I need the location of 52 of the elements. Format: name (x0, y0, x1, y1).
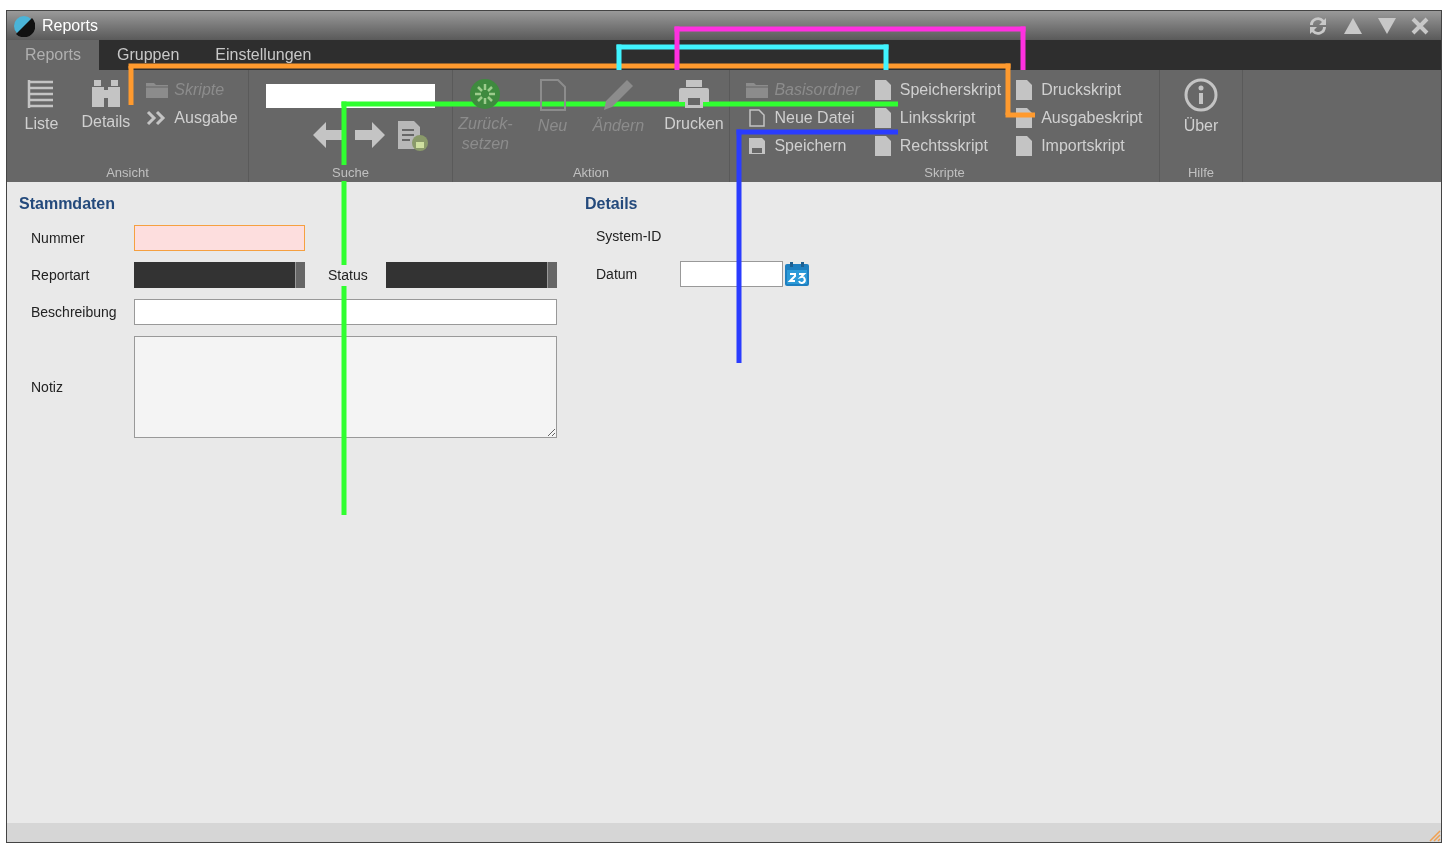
tab[interactable]: Einstellungen (197, 40, 330, 70)
page-icon (538, 78, 567, 112)
tab[interactable]: Gruppen (99, 40, 198, 70)
locked-document-icon[interactable] (396, 118, 429, 152)
ribbon-item[interactable]: Druckskript (1013, 79, 1143, 101)
ribbon-button[interactable]: Über (1177, 74, 1225, 165)
app-logo-icon (13, 14, 35, 37)
ribbon-item[interactable]: Importskript (1013, 135, 1143, 157)
group-label: Suche (332, 165, 369, 181)
ribbon-button[interactable]: Liste (17, 74, 66, 165)
file-icon (749, 109, 766, 127)
date-field[interactable] (680, 261, 783, 287)
folder-icon (146, 82, 169, 98)
input-field[interactable] (134, 299, 557, 325)
info-icon (1184, 78, 1218, 112)
save-icon (748, 137, 767, 155)
ribbon-item[interactable]: Speichern (746, 135, 860, 157)
refresh-icon[interactable] (1307, 15, 1329, 36)
arrow-left-icon[interactable] (312, 122, 343, 148)
calendar-icon[interactable] (784, 261, 810, 287)
triangle-up-icon[interactable] (1343, 16, 1363, 35)
document-icon (1016, 80, 1033, 100)
document-icon (874, 80, 891, 100)
input-field[interactable] (134, 225, 305, 251)
resize-grip-icon[interactable] (1427, 828, 1441, 842)
loading-icon (469, 78, 502, 110)
section-title: Details (585, 194, 639, 214)
printer-icon (677, 78, 710, 110)
ribbon-button[interactable]: Details (77, 74, 135, 165)
ribbon-item[interactable]: Neue Datei (746, 107, 860, 129)
ribbon-item[interactable]: Ausgabeskript (1013, 107, 1143, 129)
ribbon-item[interactable]: Speicherskript (871, 79, 1002, 101)
field-label: Status (328, 264, 368, 286)
document-icon (874, 136, 891, 156)
pencil-icon (601, 78, 636, 112)
document-icon (874, 108, 891, 128)
dropdown[interactable] (134, 262, 305, 288)
ribbon-button[interactable]: Drucken (660, 74, 728, 165)
window-title: Reports (42, 15, 99, 36)
group-label: Skripte (924, 165, 965, 181)
tab[interactable]: Reports (7, 40, 100, 70)
ribbon-item[interactable]: Rechtsskript (871, 135, 1002, 157)
text-area[interactable] (134, 336, 557, 438)
close-icon[interactable] (1411, 16, 1429, 35)
ribbon-item[interactable]: Ausgabe (146, 107, 238, 129)
arrow-right-icon[interactable] (354, 122, 385, 148)
ribbon-item[interactable]: Linksskript (871, 107, 1002, 129)
triangle-down-icon[interactable] (1377, 16, 1397, 35)
document-icon (1016, 136, 1033, 156)
dropdown[interactable] (386, 262, 557, 288)
section-title: Stammdaten (19, 194, 117, 214)
folder-icon (746, 82, 769, 98)
